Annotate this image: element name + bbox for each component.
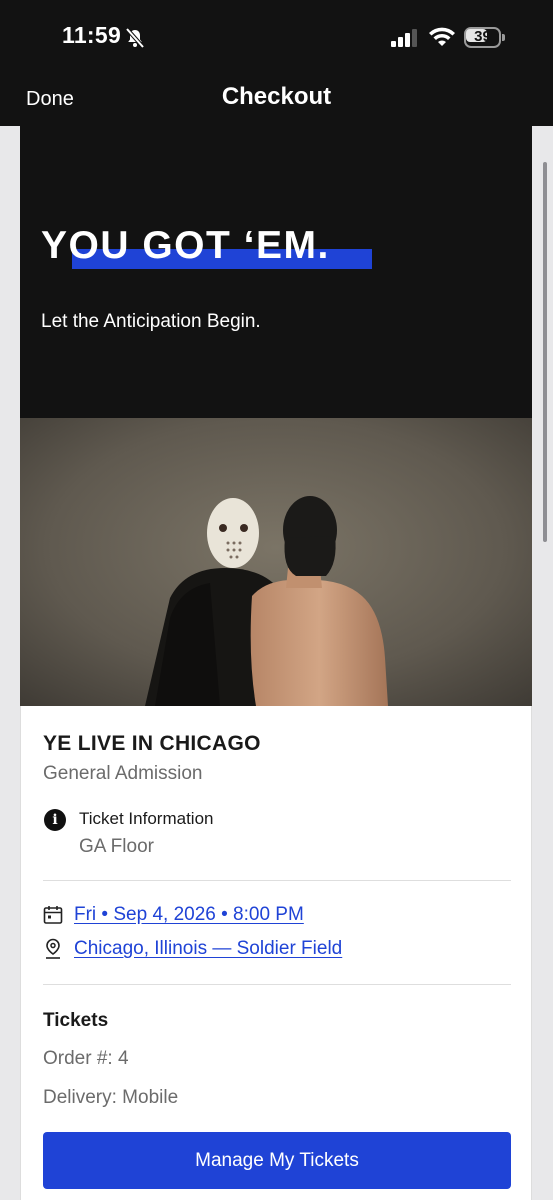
calendar-icon <box>43 906 63 924</box>
order-number: Order #: 4 <box>43 1048 129 1069</box>
page-title: Checkout <box>221 83 332 110</box>
confirmation-headline: YOU GOT ‘EM. <box>41 224 330 267</box>
divider <box>43 880 511 881</box>
event-details-card: YE LIVE IN CHICAGO General Admission i T… <box>20 706 532 1200</box>
event-artwork-image <box>20 418 532 706</box>
tickets-heading: Tickets <box>43 1010 109 1031</box>
manage-tickets-button[interactable]: Manage My Tickets <box>43 1132 511 1189</box>
delivery-method: Delivery: Mobile <box>43 1087 179 1108</box>
battery-icon: 39 <box>464 27 505 48</box>
top-bar: 11:59 39 Done Checkout <box>0 0 553 126</box>
cellular-signal-icon <box>391 29 417 47</box>
venue-location-link[interactable]: Chicago, Illinois — Soldier Field <box>74 938 342 960</box>
event-datetime-link[interactable]: Fri • Sep 4, 2026 • 8:00 PM <box>74 904 304 926</box>
confirmation-banner: YOU GOT ‘EM. Let the Anticipation Begin. <box>20 126 532 418</box>
checkout-screen: 11:59 39 Done Checkout YOU GOT ‘EM. Let … <box>0 0 553 1200</box>
status-time: 11:59 <box>62 22 122 48</box>
admission-type: General Admission <box>43 763 203 784</box>
bell-muted-icon <box>125 27 145 49</box>
location-pin-icon <box>46 938 60 959</box>
event-title: YE LIVE IN CHICAGO <box>43 732 261 755</box>
scrollbar[interactable] <box>543 162 547 542</box>
ticket-info-label: Ticket Information <box>79 809 214 828</box>
divider <box>43 984 511 985</box>
ticket-info-value: GA Floor <box>79 836 154 857</box>
battery-percent: 39 <box>474 28 491 45</box>
wifi-icon <box>429 27 455 46</box>
info-icon: i <box>44 809 66 831</box>
confirmation-subtext: Let the Anticipation Begin. <box>41 311 261 332</box>
